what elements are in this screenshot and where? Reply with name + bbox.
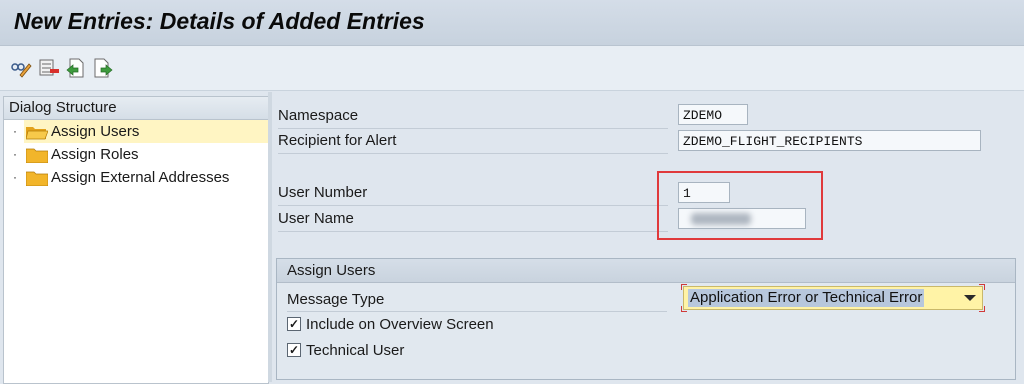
- page-title: New Entries: Details of Added Entries: [14, 8, 425, 34]
- focus-corner-icon: [681, 306, 687, 312]
- message-type-dropdown[interactable]: Application Error or Technical Error: [681, 284, 985, 312]
- assign-users-group-header: Assign Users: [277, 259, 1015, 283]
- folder-icon: [26, 148, 48, 163]
- folder-icon: [26, 171, 48, 186]
- tree-item-assign-users[interactable]: · Assign Users: [4, 120, 268, 143]
- highlight-annotation-box: [657, 171, 823, 240]
- tree-item-row[interactable]: Assign Users: [24, 120, 268, 143]
- focus-corner-icon: [979, 306, 985, 312]
- dialog-structure-header: Dialog Structure: [4, 97, 268, 120]
- next-entry-icon[interactable]: [92, 58, 113, 78]
- tree-item-label: Assign Users: [51, 123, 140, 140]
- display-change-icon[interactable]: [10, 58, 32, 78]
- recipient-label: Recipient for Alert: [278, 129, 668, 154]
- tree-item-label: Assign Roles: [51, 146, 139, 163]
- assign-users-group: Assign Users Message Type Application Er…: [276, 258, 1016, 380]
- include-overview-label: Include on Overview Screen: [306, 316, 494, 333]
- tree-item-assign-roles[interactable]: · Assign Roles: [4, 143, 268, 166]
- previous-entry-icon[interactable]: [65, 58, 85, 78]
- tree-item-label: Assign External Addresses: [51, 169, 230, 186]
- technical-user-checkbox[interactable]: ✓: [287, 343, 301, 357]
- technical-user-label: Technical User: [306, 342, 405, 359]
- folder-open-icon: [26, 127, 48, 140]
- focus-corner-icon: [681, 284, 687, 290]
- tree-item-assign-external-addresses[interactable]: · Assign External Addresses: [4, 166, 268, 189]
- user-number-label: User Number: [278, 181, 668, 206]
- namespace-label: Namespace: [278, 104, 668, 129]
- title-bar: New Entries: Details of Added Entries: [0, 0, 1024, 46]
- tree-bullet: ·: [13, 124, 17, 138]
- message-type-label: Message Type: [287, 289, 667, 312]
- namespace-field[interactable]: ZDEMO: [678, 104, 748, 125]
- include-overview-checkbox[interactable]: ✓: [287, 317, 301, 331]
- application-toolbar: [0, 46, 1024, 91]
- recipient-field[interactable]: ZDEMO_FLIGHT_RECIPIENTS: [678, 130, 981, 151]
- delete-row-icon[interactable]: [38, 58, 59, 78]
- tree-bullet: ·: [13, 147, 17, 161]
- tree-item-row[interactable]: Assign External Addresses: [24, 166, 268, 189]
- message-type-value: Application Error or Technical Error: [688, 289, 925, 307]
- chevron-down-icon[interactable]: [964, 295, 976, 301]
- tree-bullet: ·: [13, 170, 17, 184]
- user-name-label: User Name: [278, 207, 668, 232]
- dialog-structure-panel: Dialog Structure · Assign Users · Assign…: [3, 96, 269, 384]
- focus-corner-icon: [979, 284, 985, 290]
- tree-item-row[interactable]: Assign Roles: [24, 143, 268, 166]
